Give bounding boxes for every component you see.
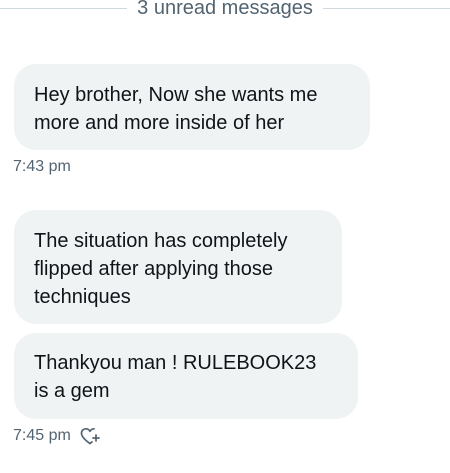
message-text-line: Thankyou man ! RULEBOOK23: [34, 352, 317, 374]
unread-messages-label: 3 unread messages: [137, 0, 313, 19]
unread-divider: 3 unread messages: [0, 0, 450, 20]
message-text-line: more and more inside of her: [34, 112, 285, 134]
message-text-line: flipped after applying those: [34, 258, 274, 280]
divider-line-right: [322, 7, 450, 9]
message-text-line: techniques: [34, 286, 131, 308]
add-reaction-heart-icon[interactable]: [79, 425, 101, 447]
message-bubble[interactable]: Thankyou man ! RULEBOOK23 is a gem: [14, 333, 358, 419]
message-text-line: is a gem: [34, 380, 110, 402]
message-bubble[interactable]: The situation has completely flipped aft…: [14, 210, 342, 324]
timestamp-text: 7:43 pm: [13, 158, 71, 175]
message-timestamp: 7:45 pm: [13, 425, 101, 447]
message-text-line: Hey brother, Now she wants me: [34, 84, 318, 106]
timestamp-text: 7:45 pm: [13, 427, 71, 444]
message-bubble[interactable]: Hey brother, Now she wants me more and m…: [14, 64, 370, 150]
message-text-line: The situation has completely: [34, 230, 288, 252]
divider-line-left: [0, 7, 128, 9]
message-timestamp: 7:43 pm: [13, 158, 71, 176]
